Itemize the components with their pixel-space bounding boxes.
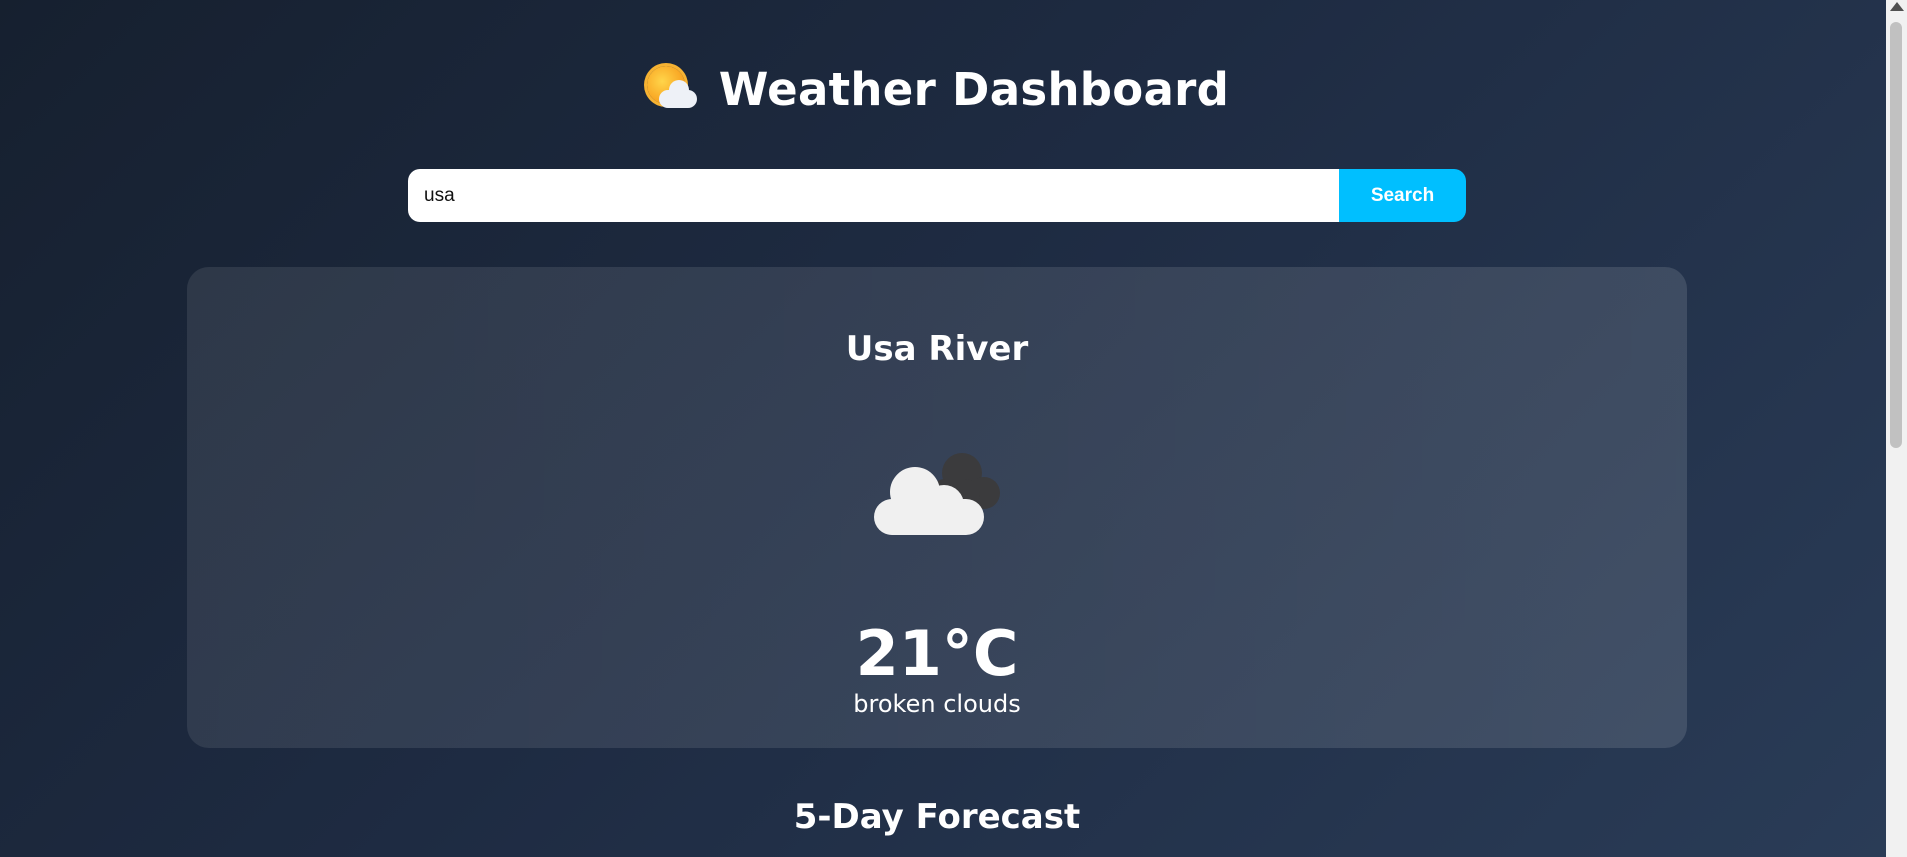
search-bar: Search [408, 169, 1466, 222]
forecast-title: 5-Day Forecast [793, 797, 1081, 837]
cloud-shape [658, 80, 697, 108]
broken-clouds-icon [874, 453, 1004, 543]
sun-behind-cloud-icon [645, 62, 699, 116]
city-name: Usa River [845, 329, 1029, 369]
temperature: 21°C [855, 617, 1019, 690]
search-input[interactable] [408, 169, 1339, 222]
scroll-up-arrow-icon[interactable] [1890, 2, 1904, 11]
page-title: Weather Dashboard [718, 62, 1230, 116]
current-weather-card: Usa River 21°C broken clouds [187, 267, 1687, 748]
scrollbar-thumb[interactable] [1890, 22, 1902, 448]
vertical-scrollbar[interactable] [1886, 0, 1907, 857]
search-button[interactable]: Search [1339, 169, 1466, 222]
weather-dashboard-page: Weather Dashboard Search Usa River 21°C … [0, 0, 1886, 857]
header: Weather Dashboard [0, 62, 1874, 116]
weather-description: broken clouds [853, 690, 1021, 718]
light-cloud-shape [874, 467, 984, 537]
